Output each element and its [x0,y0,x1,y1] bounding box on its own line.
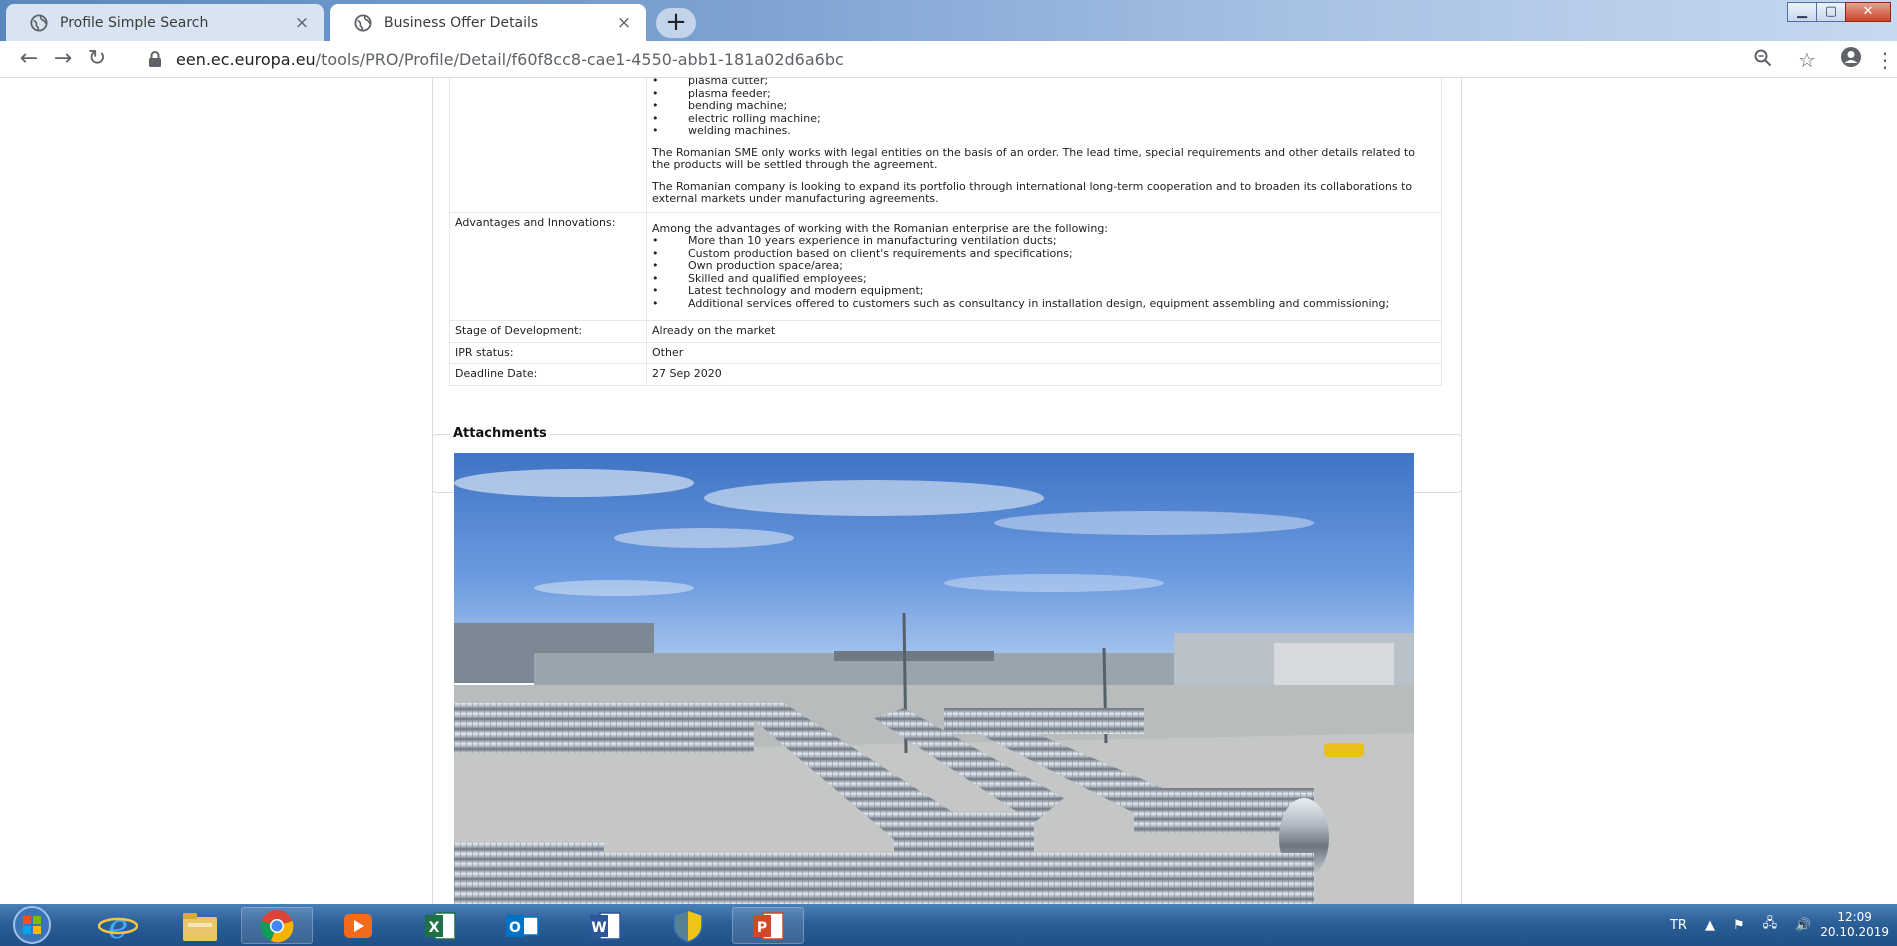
row-label: IPR status: [449,341,647,364]
row-label: Stage of Development: [449,320,647,343]
tab-title: Business Offer Details [384,14,539,31]
table-row: • plasma cutter; • plasma feeder; • bending… [449,78,1442,213]
outlook-icon[interactable]: O [486,907,558,944]
tab-title: Profile Simple Search [60,14,209,31]
attachment-photo[interactable] [454,453,1414,904]
svg-text:e: e [108,908,128,944]
minimize-button[interactable]: ▁ [1787,2,1817,22]
attachments-legend: Attachments [450,426,550,441]
details-table: • plasma cutter; • plasma feeder; • bending… [449,78,1442,386]
word-icon[interactable]: W [569,907,641,944]
list-item: • bending machine; [652,99,788,112]
row-value: Already on the market [646,320,1442,343]
file-explorer-icon[interactable] [164,907,236,944]
svg-text:X: X [429,920,440,936]
globe-icon [30,13,48,32]
svg-text:P: P [757,920,767,936]
list-item: • Own production space/area; [652,259,843,272]
tab-business-offer-details[interactable]: Business Offer Details × [330,4,646,41]
action-center-flag-icon[interactable]: ⚑ [1733,918,1745,933]
back-icon[interactable]: ← [12,44,46,74]
language-indicator[interactable]: TR [1670,918,1687,933]
row-label: Advantages and Innovations: [449,211,647,321]
table-row: IPR status: Other [449,341,1442,364]
url-host: een.ec.europa.eu [176,49,316,69]
close-tab-icon[interactable]: × [292,13,312,33]
security-center-icon[interactable] [652,907,724,944]
close-tab-icon[interactable]: × [614,13,634,33]
table-row: Advantages and Innovations: Among the ad… [449,211,1442,321]
table-row: Stage of Development: Already on the mar… [449,320,1442,343]
excel-icon[interactable]: X [404,907,476,944]
new-tab-button[interactable]: + [656,8,696,38]
list-item: • Additional services offered to customer… [652,296,1390,310]
globe-icon [354,13,372,32]
internet-explorer-icon[interactable]: e [82,907,154,944]
description-paragraph: The Romanian SME only works with legal e… [652,145,1415,171]
row-label: Deadline Date: [449,363,647,386]
profile-icon[interactable] [1829,46,1873,73]
table-row: Deadline Date: 27 Sep 2020 [449,363,1442,386]
url-path: /tools/PRO/Profile/Detail/f60f8cc8-cae1-… [315,49,844,69]
start-orb[interactable] [6,905,58,945]
browser-toolbar: ← → ↻ een.ec.europa.eu/tools/PRO/Profile… [0,41,1897,78]
lock-icon [149,51,161,67]
clock[interactable]: 12:09 20.10.2019 [1820,910,1889,940]
row-value: • plasma cutter; • plasma feeder; • bending… [646,78,1442,213]
clock-time: 12:09 [1837,910,1872,924]
window-controls: ▁ ▢ ✕ [1787,2,1891,22]
row-label [449,78,647,213]
system-tray: TR ▲ ⚑ 🖧 🔊 12:09 20.10.2019 [1661,904,1897,946]
network-icon[interactable]: 🖧 [1763,914,1778,936]
forward-icon[interactable]: → [46,44,80,74]
chrome-icon[interactable] [241,907,313,944]
show-hidden-icons[interactable]: ▲ [1705,918,1715,933]
zoom-icon[interactable] [1741,48,1785,72]
powerpoint-icon[interactable]: P [732,907,804,944]
list-item: • welding machines. [652,124,791,137]
page-content: • plasma cutter; • plasma feeder; • bending… [0,78,1897,904]
window-close-button[interactable]: ✕ [1845,2,1891,22]
description-paragraph: The Romanian company is looking to expan… [652,179,1413,205]
svg-text:W: W [591,920,606,936]
reload-icon[interactable]: ↻ [80,44,114,74]
list-item: • More than 10 years experience in manufa… [652,234,1057,247]
address-bar[interactable]: een.ec.europa.eu/tools/PRO/Profile/Detai… [148,45,844,73]
maximize-button[interactable]: ▢ [1816,2,1846,22]
volume-icon[interactable]: 🔊 [1795,918,1811,933]
toolbar-actions: ☆ ⋮ [1741,41,1897,78]
tab-strip: Profile Simple Search × Business Offer D… [0,0,1897,41]
svg-text:O: O [509,920,521,936]
media-player-icon[interactable] [322,907,394,944]
clock-date: 20.10.2019 [1820,925,1889,939]
row-value: Among the advantages of working with the… [646,211,1442,321]
row-value: 27 Sep 2020 [646,363,1442,386]
star-icon[interactable]: ☆ [1785,48,1829,72]
row-value: Other [646,341,1442,364]
taskbar: e X O W P TR ▲ ⚑ 🖧 🔊 12:09 20.10.2019 [0,904,1897,946]
menu-icon[interactable]: ⋮ [1873,48,1897,72]
tab-profile-simple-search[interactable]: Profile Simple Search × [6,4,324,41]
